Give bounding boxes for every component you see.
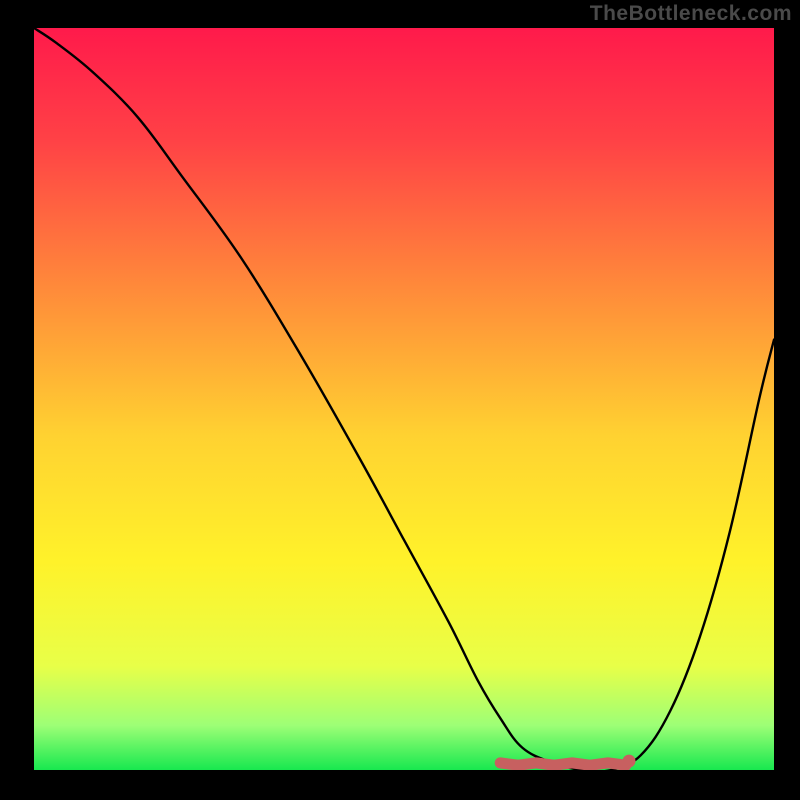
plot-svg <box>34 28 774 770</box>
chart-frame: TheBottleneck.com <box>0 0 800 800</box>
watermark-text: TheBottleneck.com <box>590 2 792 26</box>
gradient-background <box>34 28 774 770</box>
plot-area <box>34 28 774 770</box>
